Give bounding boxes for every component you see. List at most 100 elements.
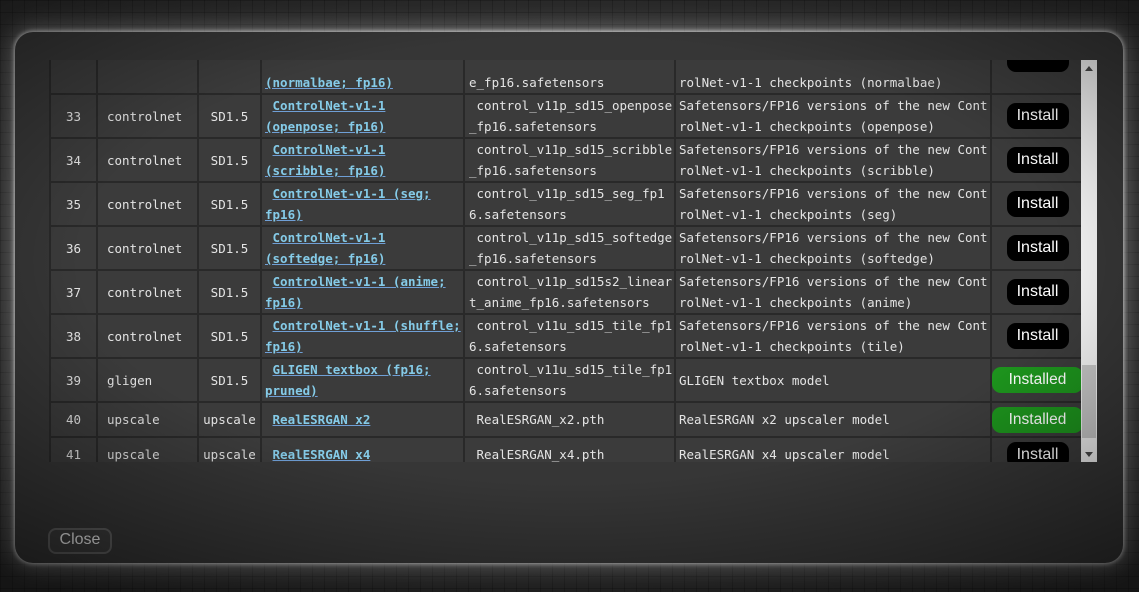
install-models-dialog: (normalbae; fp16) e_fp16.safetensors rol…: [15, 32, 1123, 563]
model-description-cell: Safetensors/FP16 versions of the new Con…: [676, 95, 992, 137]
model-table-scroll-area: (normalbae; fp16) e_fp16.safetensors rol…: [49, 60, 1097, 462]
model-table: (normalbae; fp16) e_fp16.safetensors rol…: [49, 60, 1083, 462]
model-base-cell: SD1.5: [199, 183, 262, 225]
model-base-cell: [199, 60, 262, 93]
model-id-cell: 36: [51, 227, 98, 269]
model-name-link[interactable]: ControlNet-v1-1 (openpose; fp16): [265, 95, 462, 137]
model-name-link[interactable]: (normalbae; fp16): [265, 72, 393, 93]
installed-badge[interactable]: Installed: [992, 407, 1083, 433]
model-filename-cell: control_v11p_sd15_softedge_fp16.safetens…: [465, 227, 676, 269]
model-name-cell: RealESRGAN x2: [262, 403, 465, 436]
model-type-cell: controlnet: [98, 183, 199, 225]
scrollbar[interactable]: [1081, 60, 1097, 462]
model-description-cell: GLIGEN textbox model: [676, 359, 992, 401]
scrollbar-thumb[interactable]: [1082, 365, 1096, 438]
close-button[interactable]: Close: [48, 528, 112, 554]
model-name-link[interactable]: ControlNet-v1-1 (scribble; fp16): [265, 139, 462, 181]
model-name-cell: ControlNet-v1-1 (seg; fp16): [262, 183, 465, 225]
model-name-cell: (normalbae; fp16): [262, 60, 465, 93]
model-id-cell: 40: [51, 403, 98, 436]
model-description-cell: RealESRGAN x2 upscaler model: [676, 403, 992, 436]
scroll-down-icon: [1085, 452, 1093, 457]
model-filename-cell: control_v11p_sd15_seg_fp16.safetensors: [465, 183, 676, 225]
table-row: 36controlnetSD1.5ControlNet-v1-1 (softed…: [51, 227, 1083, 271]
table-row: 40upscaleupscaleRealESRGAN x2RealESRGAN_…: [51, 403, 1083, 438]
scroll-down-button[interactable]: [1081, 446, 1097, 462]
model-action-cell: Install: [992, 183, 1083, 225]
model-filename-cell: control_v11p_sd15_openpose_fp16.safetens…: [465, 95, 676, 137]
model-action-cell: Install: [992, 95, 1083, 137]
install-button[interactable]: Install: [1007, 279, 1069, 305]
model-id-cell: 34: [51, 139, 98, 181]
table-row: 37controlnetSD1.5ControlNet-v1-1 (anime;…: [51, 271, 1083, 315]
table-row: 41upscaleupscaleRealESRGAN x4RealESRGAN_…: [51, 438, 1083, 462]
model-id-cell: [51, 60, 98, 93]
model-id-cell: 33: [51, 95, 98, 137]
model-type-cell: controlnet: [98, 227, 199, 269]
model-type-cell: controlnet: [98, 315, 199, 357]
install-button-clipped[interactable]: [1007, 60, 1069, 72]
model-type-cell: controlnet: [98, 271, 199, 313]
model-name-link[interactable]: ControlNet-v1-1 (anime; fp16): [265, 271, 462, 313]
model-name-link[interactable]: ControlNet-v1-1 (seg; fp16): [265, 183, 462, 225]
install-button[interactable]: Install: [1007, 442, 1069, 463]
model-description-cell: Safetensors/FP16 versions of the new Con…: [676, 271, 992, 313]
table-row: 34controlnetSD1.5ControlNet-v1-1 (scribb…: [51, 139, 1083, 183]
model-filename-cell: e_fp16.safetensors: [465, 60, 676, 93]
model-type-cell: [98, 60, 199, 93]
model-action-cell: [992, 60, 1083, 93]
install-button[interactable]: Install: [1007, 191, 1069, 217]
model-type-cell: upscale: [98, 438, 199, 462]
model-action-cell: Installed: [992, 359, 1083, 401]
model-filename-cell: RealESRGAN_x2.pth: [465, 403, 676, 436]
model-action-cell: Install: [992, 139, 1083, 181]
model-base-cell: SD1.5: [199, 139, 262, 181]
model-base-cell: SD1.5: [199, 359, 262, 401]
model-base-cell: SD1.5: [199, 315, 262, 357]
install-button[interactable]: Install: [1007, 323, 1069, 349]
model-action-cell: Installed: [992, 403, 1083, 436]
table-row: 39gligenSD1.5GLIGEN textbox (fp16; prune…: [51, 359, 1083, 403]
install-button[interactable]: Install: [1007, 103, 1069, 129]
model-type-cell: controlnet: [98, 95, 199, 137]
model-description-cell: Safetensors/FP16 versions of the new Con…: [676, 227, 992, 269]
model-type-cell: upscale: [98, 403, 199, 436]
model-name-cell: ControlNet-v1-1 (openpose; fp16): [262, 95, 465, 137]
table-row: 35controlnetSD1.5ControlNet-v1-1 (seg; f…: [51, 183, 1083, 227]
model-base-cell: SD1.5: [199, 227, 262, 269]
install-button[interactable]: Install: [1007, 147, 1069, 173]
model-name-cell: ControlNet-v1-1 (scribble; fp16): [262, 139, 465, 181]
model-name-link[interactable]: RealESRGAN x2: [265, 409, 462, 430]
model-name-link[interactable]: ControlNet-v1-1 (softedge; fp16): [265, 227, 462, 269]
model-filename-cell: control_v11u_sd15_tile_fp16.safetensors: [465, 315, 676, 357]
scroll-up-icon: [1085, 66, 1093, 71]
model-name-cell: ControlNet-v1-1 (softedge; fp16): [262, 227, 465, 269]
install-button[interactable]: Install: [1007, 235, 1069, 261]
model-name-link[interactable]: GLIGEN textbox (fp16; pruned): [265, 359, 462, 401]
model-description-cell: RealESRGAN x4 upscaler model: [676, 438, 992, 462]
model-name-link[interactable]: ControlNet-v1-1 (shuffle; fp16): [265, 315, 462, 357]
model-action-cell: Install: [992, 227, 1083, 269]
model-description-cell: Safetensors/FP16 versions of the new Con…: [676, 315, 992, 357]
model-name-link[interactable]: RealESRGAN x4: [265, 444, 462, 462]
model-id-cell: 37: [51, 271, 98, 313]
model-base-cell: upscale: [199, 438, 262, 462]
model-id-cell: 41: [51, 438, 98, 462]
model-name-cell: ControlNet-v1-1 (anime; fp16): [262, 271, 465, 313]
installed-badge[interactable]: Installed: [992, 367, 1083, 393]
model-description-cell: Safetensors/FP16 versions of the new Con…: [676, 183, 992, 225]
table-row: 33controlnetSD1.5ControlNet-v1-1 (openpo…: [51, 95, 1083, 139]
model-name-cell: RealESRGAN x4: [262, 438, 465, 462]
model-filename-cell: control_v11p_sd15s2_lineart_anime_fp16.s…: [465, 271, 676, 313]
model-type-cell: gligen: [98, 359, 199, 401]
model-description-cell: rolNet-v1-1 checkpoints (normalbae): [676, 60, 992, 93]
model-id-cell: 38: [51, 315, 98, 357]
model-id-cell: 35: [51, 183, 98, 225]
model-action-cell: Install: [992, 315, 1083, 357]
model-id-cell: 39: [51, 359, 98, 401]
model-base-cell: upscale: [199, 403, 262, 436]
model-name-cell: ControlNet-v1-1 (shuffle; fp16): [262, 315, 465, 357]
scroll-up-button[interactable]: [1081, 60, 1097, 76]
model-filename-cell: control_v11p_sd15_scribble_fp16.safetens…: [465, 139, 676, 181]
model-base-cell: SD1.5: [199, 95, 262, 137]
